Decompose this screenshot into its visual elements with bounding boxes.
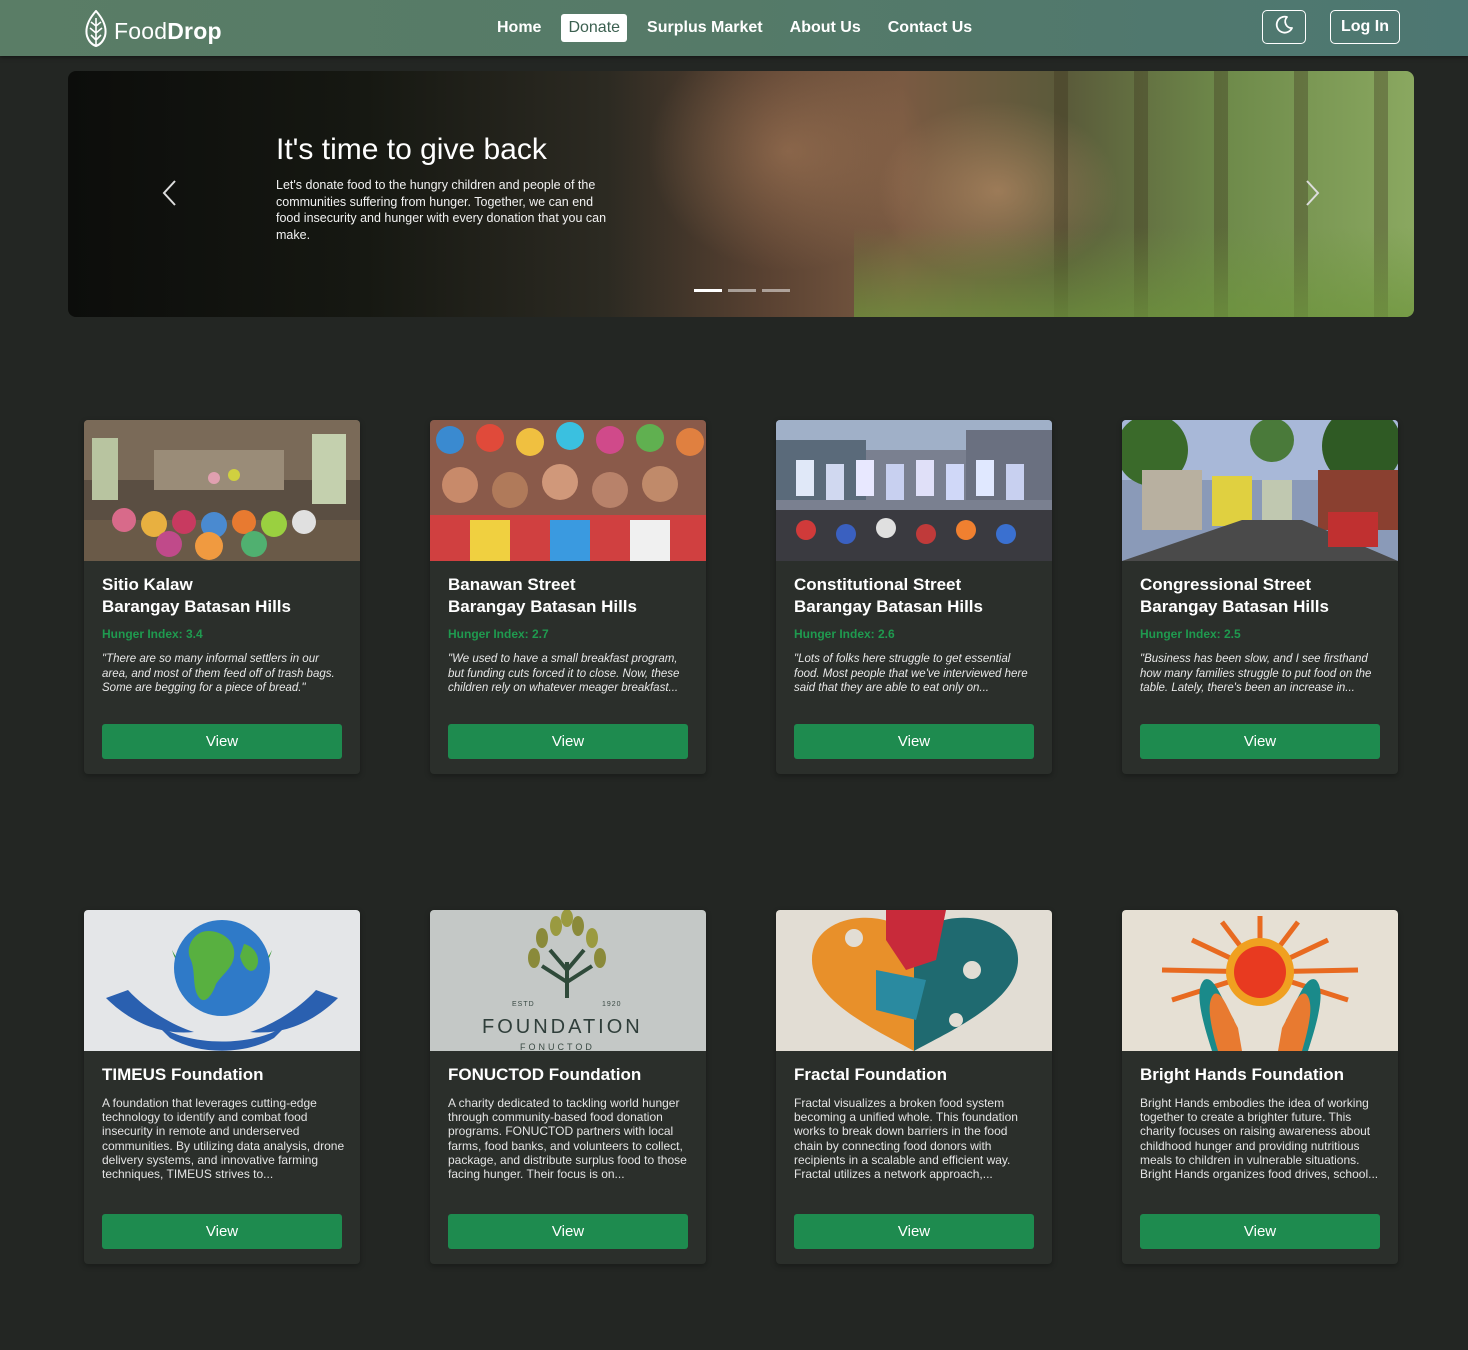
view-button[interactable]: View	[448, 724, 688, 759]
view-button[interactable]: View	[1140, 1214, 1380, 1249]
brand[interactable]: FoodDrop	[84, 9, 222, 53]
chevron-right-icon	[1306, 180, 1320, 206]
nav-donate[interactable]: Donate	[561, 14, 628, 42]
carousel-indicator-3[interactable]	[762, 289, 790, 292]
foundation-description: A foundation that leverages cutting-edge…	[102, 1096, 345, 1182]
logo-foundation-word: FOUNDATION	[482, 1016, 643, 1038]
view-button[interactable]: View	[102, 724, 342, 759]
community-title: Banawan Street Barangay Batasan Hills	[448, 575, 637, 616]
hunger-index: Hunger Index: 2.5	[1140, 627, 1241, 641]
foundation-description: Fractal visualizes a broken food system …	[794, 1096, 1018, 1182]
foundation-card: TIMEUS Foundation A foundation that leve…	[84, 910, 360, 1264]
nav-home[interactable]: Home	[490, 14, 548, 42]
foundation-name: TIMEUS Foundation	[102, 1065, 264, 1084]
carousel-prev-button[interactable]	[160, 179, 180, 207]
community-card: Banawan Street Barangay Batasan Hills Hun…	[430, 420, 706, 774]
carousel-indicators	[694, 289, 790, 292]
view-button[interactable]: View	[1140, 724, 1380, 759]
foundation-description: Bright Hands embodies the idea of workin…	[1140, 1096, 1379, 1182]
hunger-index: Hunger Index: 3.4	[102, 627, 203, 641]
community-image	[1122, 420, 1398, 561]
view-button[interactable]: View	[448, 1214, 688, 1249]
foundation-name: FONUCTOD Foundation	[448, 1065, 642, 1084]
view-button[interactable]: View	[794, 1214, 1034, 1249]
chevron-left-icon	[162, 180, 176, 206]
community-card: Sitio Kalaw Barangay Batasan Hills Hunger…	[84, 420, 360, 774]
carousel-indicator-2[interactable]	[728, 289, 756, 292]
theme-toggle-button[interactable]	[1262, 10, 1306, 44]
hero-title: It's time to give back	[276, 133, 547, 166]
community-title: Sitio Kalaw Barangay Batasan Hills	[102, 575, 291, 616]
moon-icon	[1274, 15, 1294, 40]
community-card: Congressional Street Barangay Batasan Hil…	[1122, 420, 1398, 774]
view-button[interactable]: View	[102, 1214, 342, 1249]
nav-surplus-market[interactable]: Surplus Market	[640, 14, 770, 42]
nav-contact-us[interactable]: Contact Us	[881, 14, 979, 42]
community-quote: "There are so many informal settlers in …	[102, 653, 335, 694]
foundation-name: Fractal Foundation	[794, 1065, 947, 1084]
foundation-card: Bright Hands Foundation Bright Hands emb…	[1122, 910, 1398, 1264]
community-quote: "We used to have a small breakfast progr…	[448, 653, 680, 694]
brand-name: FoodDrop	[114, 18, 222, 44]
hero-background-grass	[854, 227, 1414, 317]
foundation-description: A charity dedicated to tackling world hu…	[448, 1096, 687, 1182]
community-quote: "Lots of folks here struggle to get esse…	[794, 653, 1028, 694]
logo-subword: FONUCTOD	[520, 1042, 595, 1051]
community-card: Constitutional Street Barangay Batasan Hi…	[776, 420, 1052, 774]
foundation-name: Bright Hands Foundation	[1140, 1065, 1344, 1084]
logo-year: 1920	[602, 1001, 622, 1008]
community-quote: "Business has been slow, and I see first…	[1140, 653, 1372, 694]
nav-links: Home Donate Surplus Market About Us Cont…	[490, 14, 992, 42]
hero-carousel: It's time to give back Let's donate food…	[68, 71, 1414, 317]
logo-estd: ESTD	[512, 1001, 535, 1008]
view-button[interactable]: View	[794, 724, 1034, 759]
globe-hands-icon	[84, 910, 360, 1051]
foundation-card: Fractal Foundation Fractal visualizes a …	[776, 910, 1052, 1264]
carousel-indicator-1[interactable]	[694, 289, 722, 292]
community-image	[776, 420, 1052, 561]
sun-hands-icon	[1122, 910, 1398, 1051]
puzzle-heart-icon	[776, 910, 1052, 1051]
community-title: Congressional Street Barangay Batasan Hil…	[1140, 575, 1329, 616]
community-image	[84, 420, 360, 561]
hero-text: Let's donate food to the hungry children…	[276, 178, 607, 242]
carousel-next-button[interactable]	[1302, 179, 1322, 207]
login-button[interactable]: Log In	[1330, 10, 1400, 44]
navbar: FoodDrop Home Donate Surplus Market Abou…	[0, 0, 1468, 56]
hunger-index: Hunger Index: 2.6	[794, 627, 895, 641]
foundation-logo-image	[1122, 910, 1398, 1051]
foundation-logo-image	[776, 910, 1052, 1051]
leaf-logo-icon	[84, 9, 108, 53]
nav-about-us[interactable]: About Us	[783, 14, 868, 42]
foundation-logo-image	[84, 910, 360, 1051]
foundation-logo-image: ESTD 1920 FOUNDATION FONUCTOD	[430, 910, 706, 1051]
community-title: Constitutional Street Barangay Batasan Hi…	[794, 575, 983, 616]
community-image	[430, 420, 706, 561]
hunger-index: Hunger Index: 2.7	[448, 627, 549, 641]
foundation-card: ESTD 1920 FOUNDATION FONUCTOD FONUCTOD F…	[430, 910, 706, 1264]
